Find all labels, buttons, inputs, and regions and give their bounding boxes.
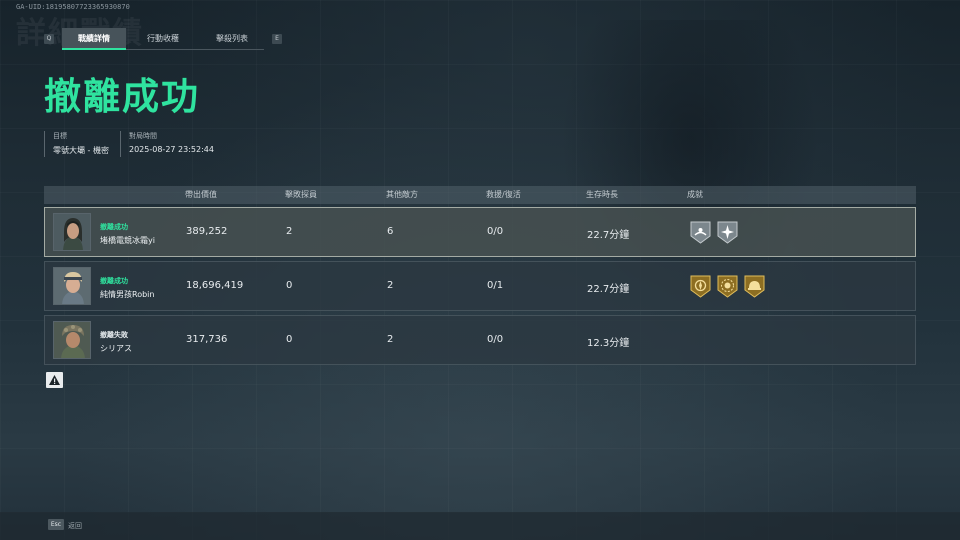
player-name: 純情男孩Robin — [100, 290, 155, 299]
back-label[interactable]: 返回 — [68, 521, 82, 531]
match-time-label: 對局時間 — [129, 132, 157, 140]
column-header-achievements: 成就 — [687, 190, 703, 199]
survival-time: 12.3分鐘 — [587, 338, 630, 349]
report-button[interactable] — [46, 372, 63, 388]
survival-time: 22.7分鐘 — [587, 230, 630, 241]
tab-bar: Q 戰績詳情 行動收穫 擊殺列表 E — [44, 28, 282, 50]
extraction-status: 撤離成功 — [100, 223, 128, 231]
tabs: 戰績詳情 行動收穫 擊殺列表 — [62, 28, 264, 50]
player-avatar — [53, 267, 91, 305]
gold-helmet-badge-icon[interactable] — [744, 275, 765, 298]
extracted-value: 389,252 — [186, 226, 228, 237]
target-label: 目標 — [53, 132, 67, 140]
operator-kills: 2 — [286, 226, 293, 237]
player-row[interactable]: 撤離成功 堵橋電競冰霜yi 389,252 2 6 0/0 22.7分鐘 — [44, 207, 916, 257]
avatar-portrait-icon — [54, 322, 90, 358]
match-time-info: 對局時間 2025-08-27 23:52:44 — [120, 131, 214, 157]
player-name: 堵橋電競冰霜yi — [100, 236, 155, 245]
player-name: シリアス — [100, 344, 132, 353]
tab-next-key-hint[interactable]: E — [272, 34, 282, 44]
player-row[interactable]: 撤離失敗 シリアス 317,736 0 2 0/0 12.3分鐘 — [44, 315, 916, 365]
operator-kills: 0 — [286, 334, 293, 345]
rescue-revive: 0/1 — [487, 280, 504, 291]
gold-sun-badge-icon[interactable] — [717, 275, 738, 298]
tab-match-details[interactable]: 戰績詳情 — [62, 28, 126, 50]
result-title: 撤離成功 — [44, 75, 200, 118]
avatar-portrait-icon — [54, 268, 90, 304]
player-row[interactable]: 撤離成功 純情男孩Robin 18,696,419 0 2 0/1 22.7分鐘 — [44, 261, 916, 311]
tab-loot[interactable]: 行動收穫 — [131, 28, 195, 50]
column-header-value: 帶出價值 — [185, 190, 217, 199]
other-enemy-kills: 2 — [387, 334, 394, 345]
target-value: 零號大壩 - 機密 — [53, 146, 109, 155]
survival-time: 22.7分鐘 — [587, 284, 630, 295]
tab-prev-key-hint[interactable]: Q — [44, 34, 54, 44]
player-avatar — [53, 321, 91, 359]
player-avatar — [53, 213, 91, 251]
extracted-value: 317,736 — [186, 334, 228, 345]
extraction-status: 撤離成功 — [100, 277, 128, 285]
other-enemy-kills: 6 — [387, 226, 394, 237]
tab-kill-list[interactable]: 擊殺列表 — [200, 28, 264, 50]
column-header-rescue: 救援/復活 — [486, 190, 521, 199]
extracted-value: 18,696,419 — [186, 280, 244, 291]
operator-kills: 0 — [286, 280, 293, 291]
target-info: 目標 零號大壩 - 機密 — [44, 131, 109, 157]
avatar-portrait-icon — [54, 214, 90, 250]
extraction-status: 撤離失敗 — [100, 331, 128, 339]
rescue-revive: 0/0 — [487, 334, 504, 345]
column-header-kills: 擊敗探員 — [285, 190, 317, 199]
warning-triangle-icon — [49, 375, 60, 385]
column-header-survival: 生存時長 — [586, 190, 618, 199]
silver-wave-badge-icon[interactable] — [690, 221, 711, 244]
table-header: 帶出價值 擊敗探員 其他敵方 救援/復活 生存時長 成就 — [44, 186, 916, 204]
esc-key-hint[interactable]: Esc — [48, 519, 64, 530]
gold-compass-badge-icon[interactable] — [690, 275, 711, 298]
rescue-revive: 0/0 — [487, 226, 504, 237]
other-enemy-kills: 2 — [387, 280, 394, 291]
footer-bar — [0, 512, 960, 540]
column-header-other-enemies: 其他敵方 — [386, 190, 418, 199]
match-time-value: 2025-08-27 23:52:44 — [129, 145, 214, 154]
silver-star-badge-icon[interactable] — [717, 221, 738, 244]
